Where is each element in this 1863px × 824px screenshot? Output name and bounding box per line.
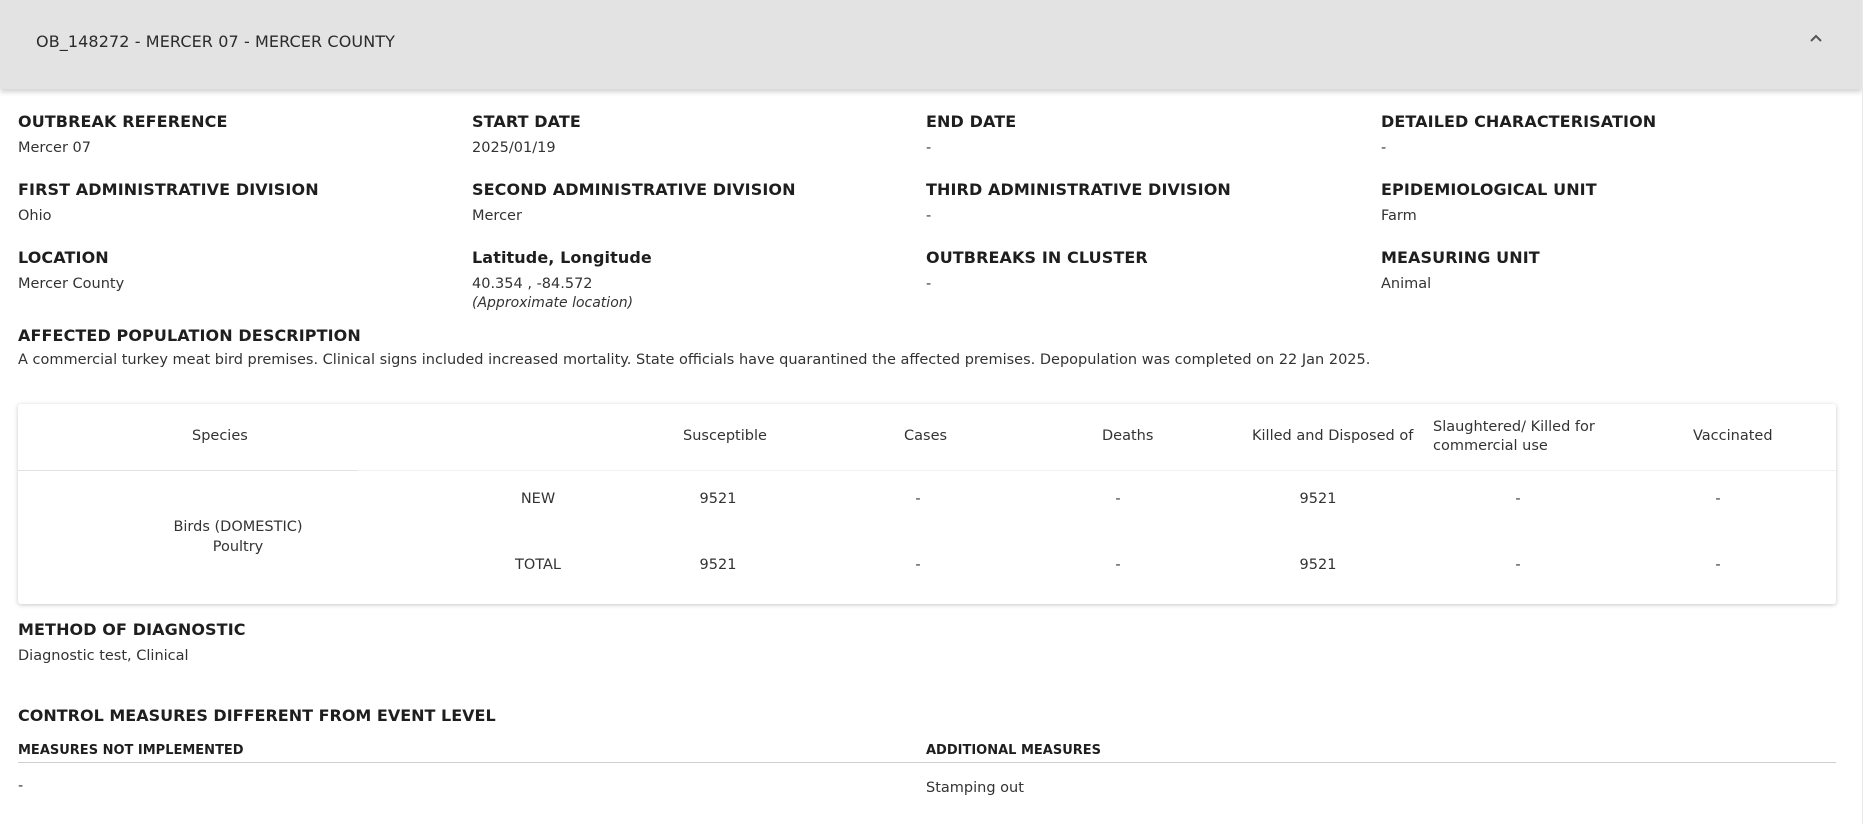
field-location: Location Mercer County <box>18 248 124 292</box>
measures-divider <box>18 762 1836 763</box>
outbreak-header[interactable]: OB_148272 - MERCER 07 - MERCER COUNTY <box>0 0 1862 89</box>
value: Animal <box>1381 276 1432 292</box>
measures-not-implemented-label: Measures not implemented <box>18 743 244 758</box>
label: Start date <box>472 112 581 131</box>
header-cases: Cases <box>904 428 948 444</box>
chevron-up-icon[interactable] <box>1806 28 1826 48</box>
field-third-admin-division: Third administrative division - <box>926 180 1231 224</box>
header-vaccinated: Vaccinated <box>1693 428 1773 444</box>
header-killed-disposed: Killed and Disposed of <box>1252 428 1414 444</box>
label: Measuring unit <box>1381 248 1540 267</box>
value: Farm <box>1381 208 1417 224</box>
label: Latitude, Longitude <box>472 248 652 267</box>
row-divider <box>358 470 1836 471</box>
field-second-admin-division: Second administrative division Mercer <box>472 180 796 224</box>
cell-slaughtered: - <box>1515 557 1521 573</box>
field-first-admin-division: First administrative division Ohio <box>18 180 319 224</box>
additional-measures-value: Stamping out <box>926 780 1024 796</box>
cell-vaccinated: - <box>1715 557 1721 573</box>
coordinates: 40.354 , -84.572 <box>472 276 593 292</box>
control-measures-title: Control measures different from event le… <box>18 706 496 725</box>
label: Epidemiological unit <box>1381 180 1597 199</box>
species-cell: Birds (DOMESTIC) Poultry <box>118 517 358 557</box>
value: Mercer 07 <box>18 140 91 156</box>
header-deaths: Deaths <box>1102 428 1154 444</box>
label: First administrative division <box>18 180 319 199</box>
label: Outbreak reference <box>18 112 228 131</box>
additional-measures-label: Additional measures <box>926 743 1102 758</box>
label: Location <box>18 248 109 267</box>
header-slaughtered: Slaughtered/ Killed for commercial use <box>1433 419 1595 454</box>
cell-susceptible: 9521 <box>699 557 737 573</box>
outbreak-title: OB_148272 - MERCER 07 - MERCER COUNTY <box>36 32 396 51</box>
cell-deaths: - <box>1115 557 1121 573</box>
row-type: NEW <box>520 491 556 507</box>
field-affected-population: Affected population description <box>18 326 361 345</box>
field-end-date: End date - <box>926 112 1016 156</box>
value: Mercer <box>472 208 522 224</box>
header-susceptible: Susceptible <box>683 428 767 444</box>
header-species: Species <box>192 428 248 444</box>
value: Mercer County <box>18 276 125 292</box>
value: 40.354 , -84.572 (Approximate location) <box>472 276 652 311</box>
cell-killed-disposed: 9521 <box>1299 557 1337 573</box>
field-method-of-diagnostic: Method of diagnostic Diagnostic test, Cl… <box>18 620 246 664</box>
species-name: Birds (DOMESTIC) <box>173 519 303 535</box>
measures-not-implemented-value: - <box>18 778 24 794</box>
cell-susceptible: 9521 <box>699 491 737 507</box>
field-lat-long: Latitude, Longitude 40.354 , -84.572 (Ap… <box>472 248 652 311</box>
cell-slaughtered: - <box>1515 491 1521 507</box>
label: Third administrative division <box>926 180 1231 199</box>
value: - <box>926 276 932 292</box>
value: 2025/01/19 <box>472 140 556 156</box>
value: Diagnostic test, Clinical <box>18 648 189 664</box>
row-type: TOTAL <box>515 557 561 573</box>
value: - <box>926 208 932 224</box>
cell-vaccinated: - <box>1715 491 1721 507</box>
field-start-date: Start date 2025/01/19 <box>472 112 581 156</box>
cell-cases: - <box>915 557 921 573</box>
table-header: Species Susceptible Cases Deaths Killed … <box>18 404 1836 471</box>
value: - <box>1381 140 1387 156</box>
label: Second administrative division <box>472 180 796 199</box>
label: Detailed characterisation <box>1381 112 1657 131</box>
label: Affected population description <box>18 326 361 345</box>
cell-killed-disposed: 9521 <box>1299 491 1337 507</box>
field-outbreaks-in-cluster: Outbreaks in cluster - <box>926 248 1148 292</box>
field-epidemiological-unit: Epidemiological unit Farm <box>1381 180 1597 224</box>
value: Ohio <box>18 208 52 224</box>
cell-cases: - <box>915 491 921 507</box>
label: End date <box>926 112 1017 131</box>
field-measuring-unit: Measuring unit Animal <box>1381 248 1540 292</box>
field-outbreak-reference: Outbreak reference Mercer 07 <box>18 112 228 156</box>
label: Method of diagnostic <box>18 620 246 639</box>
field-detailed-characterisation: Detailed characterisation - <box>1381 112 1656 156</box>
affected-population-description: A commercial turkey meat bird premises. … <box>18 352 1371 368</box>
approx-note: (Approximate location) <box>472 295 634 311</box>
species-table: Species Susceptible Cases Deaths Killed … <box>18 404 1836 604</box>
value: - <box>926 140 932 156</box>
label: Outbreaks in cluster <box>926 248 1148 267</box>
cell-deaths: - <box>1115 491 1121 507</box>
species-type: Poultry <box>212 539 264 555</box>
